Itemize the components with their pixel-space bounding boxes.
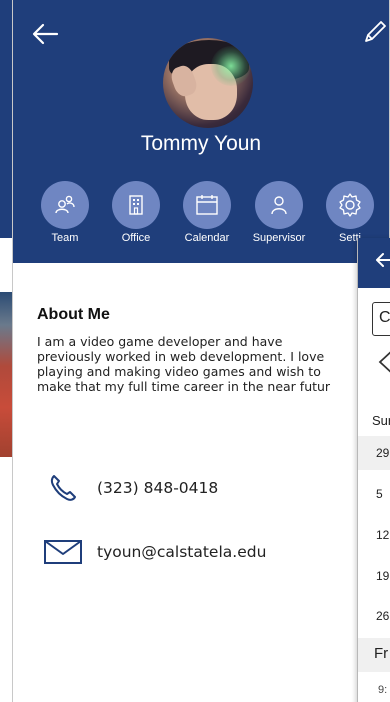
- calendar-day[interactable]: 26: [376, 609, 389, 623]
- email-row[interactable]: tyoun@calstatela.edu: [41, 536, 266, 568]
- calendar-button[interactable]: Calendar: [177, 181, 237, 244]
- profile-panel: Tommy Youn Team Office Calendar Supervis…: [12, 0, 390, 702]
- profile-name: Tommy Youn: [140, 132, 262, 155]
- background-screen-left: [0, 0, 12, 702]
- email-address: tyoun@calstatela.edu: [97, 543, 267, 561]
- previous-month-button[interactable]: [374, 346, 390, 378]
- supervisor-button[interactable]: Supervisor: [249, 181, 309, 244]
- about-text: I am a video game developer and have pre…: [37, 334, 331, 394]
- arrow-left-icon: [32, 23, 59, 45]
- calendar-card: C Sur 29 5 12 19 26 Fr 9:: [357, 238, 390, 702]
- phone-icon: [50, 475, 76, 501]
- calendar-header: [358, 238, 390, 288]
- team-icon: [55, 195, 75, 214]
- calendar-day[interactable]: 19: [376, 569, 389, 583]
- calendar-icon: [196, 195, 218, 215]
- agenda-day-label: Fr: [374, 645, 389, 662]
- calendar-back-button[interactable]: [374, 250, 390, 270]
- chevron-left-icon: [378, 351, 390, 373]
- settings-button[interactable]: Setti: [320, 181, 380, 244]
- agenda-time: 9:: [378, 684, 388, 696]
- calendar-day[interactable]: 12: [376, 528, 389, 542]
- avatar: [163, 38, 253, 128]
- calendar-day[interactable]: 29: [376, 446, 389, 460]
- quick-actions-bar: Team Office Calendar Supervisor Setti: [13, 181, 390, 251]
- background-photo: [0, 292, 12, 457]
- profile-header: Tommy Youn Team Office Calendar Supervis…: [13, 0, 389, 263]
- calendar-select[interactable]: C: [372, 302, 390, 336]
- office-building-icon: [129, 195, 143, 215]
- gear-icon: [339, 193, 361, 217]
- arrow-left-icon: [376, 253, 390, 267]
- background-header: [0, 0, 12, 238]
- edit-button[interactable]: [361, 18, 389, 46]
- person-icon: [271, 196, 287, 215]
- phone-number: (323) 848-0418: [97, 479, 219, 497]
- about-title: About Me: [37, 306, 110, 323]
- back-button[interactable]: [31, 22, 59, 46]
- phone-row[interactable]: (323) 848-0418: [41, 472, 218, 504]
- pencil-icon: [365, 21, 386, 42]
- calendar-day[interactable]: 5: [376, 487, 383, 501]
- mail-icon: [44, 540, 82, 564]
- team-button[interactable]: Team: [35, 181, 95, 244]
- office-button[interactable]: Office: [106, 181, 166, 244]
- day-of-week-header: Sur: [372, 413, 390, 428]
